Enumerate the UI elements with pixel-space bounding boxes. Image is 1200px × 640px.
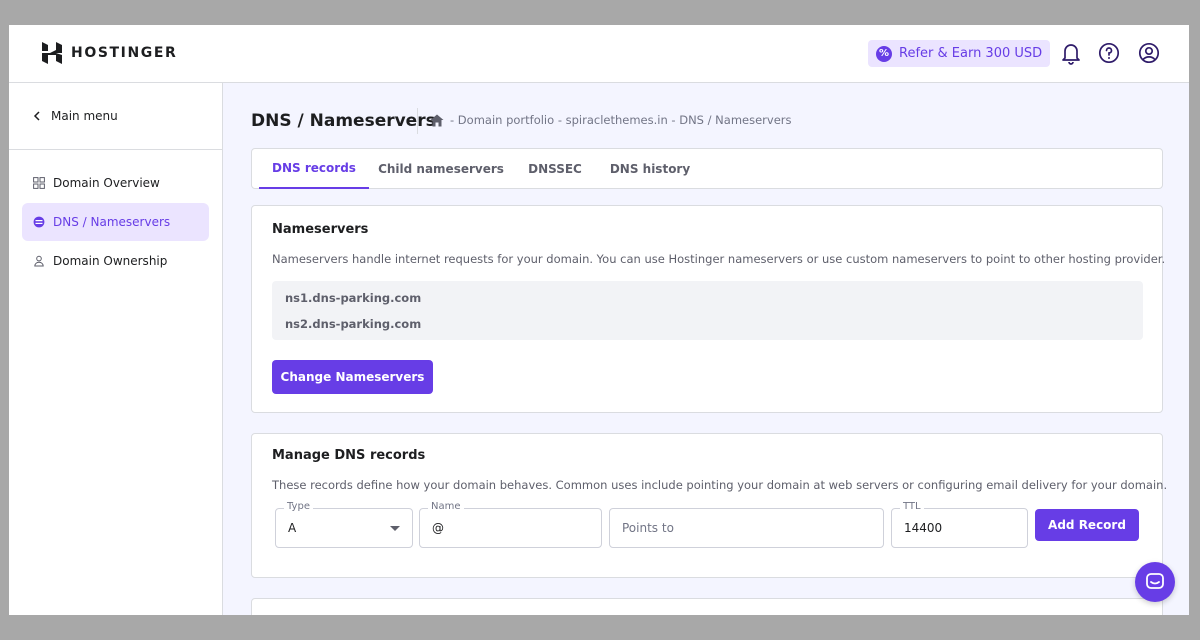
sidebar-item-label: DNS / Nameservers (53, 215, 171, 229)
hostinger-logo-icon (42, 42, 62, 64)
sidebar-item-domain-overview[interactable]: Domain Overview (22, 164, 209, 202)
breadcrumb: - Domain portfolio - spiraclethemes.in -… (430, 113, 792, 127)
dns-tabs: DNS records Child nameservers DNSSEC DNS… (251, 148, 1163, 189)
name-value: @ (432, 521, 444, 535)
app-window: HOSTINGER % Refer & Earn 300 USD Main me… (9, 25, 1189, 615)
ttl-field[interactable]: TTL 14400 (891, 501, 1028, 548)
percent-badge-icon: % (876, 45, 892, 62)
tab-dnssec[interactable]: DNSSEC (524, 149, 586, 189)
sidebar: Main menu Domain Overview DNS / Nameserv… (9, 83, 223, 615)
hostinger-logo[interactable]: HOSTINGER (41, 41, 177, 65)
sidebar-item-label: Domain Ownership (53, 254, 168, 268)
nameservers-title: Nameservers (272, 222, 369, 237)
tab-dns-history[interactable]: DNS history (608, 149, 692, 189)
main-menu-link[interactable]: Main menu (33, 109, 118, 123)
nameservers-description: Nameservers handle internet requests for… (272, 252, 1166, 266)
bell-icon[interactable] (1059, 41, 1083, 65)
sidebar-item-domain-ownership[interactable]: Domain Ownership (22, 242, 209, 280)
type-value: A (288, 521, 297, 535)
top-bar: HOSTINGER % Refer & Earn 300 USD (9, 25, 1189, 83)
refer-earn-button[interactable]: % Refer & Earn 300 USD (868, 40, 1051, 67)
main-menu-label: Main menu (51, 109, 118, 123)
brand-name: HOSTINGER (71, 45, 178, 61)
page-title: DNS / Nameservers (251, 111, 436, 131)
sidebar-item-dns-nameservers[interactable]: DNS / Nameservers (22, 203, 209, 241)
change-nameservers-button[interactable]: Change Nameservers (272, 360, 433, 394)
manage-dns-description: These records define how your domain beh… (272, 478, 1168, 492)
sidebar-divider (9, 149, 222, 150)
type-select[interactable]: Type A (275, 501, 413, 548)
type-label: Type (284, 501, 313, 512)
help-icon[interactable] (1097, 41, 1121, 65)
points-to-placeholder: Points to (622, 521, 674, 535)
person-icon (34, 255, 44, 267)
nameserver-list: ns1.dns-parking.com ns2.dns-parking.com (272, 281, 1143, 340)
breadcrumb-path[interactable]: - Domain portfolio - spiraclethemes.in -… (450, 113, 792, 127)
chat-icon (1146, 573, 1164, 589)
refer-label: Refer & Earn 300 USD (899, 46, 1043, 61)
home-icon[interactable] (430, 114, 444, 127)
tab-dns-records[interactable]: DNS records (259, 149, 369, 189)
account-icon[interactable] (1137, 41, 1161, 65)
grid-icon (33, 177, 45, 189)
nameserver-2: ns2.dns-parking.com (285, 317, 422, 331)
sidebar-item-label: Domain Overview (53, 176, 160, 190)
ttl-label: TTL (900, 501, 924, 512)
name-label: Name (428, 501, 464, 512)
breadcrumb-divider (417, 108, 418, 134)
ttl-value: 14400 (904, 521, 943, 535)
points-to-field[interactable]: Points to (609, 508, 884, 548)
tab-child-nameservers[interactable]: Child nameservers (378, 149, 504, 189)
dns-records-table-card (251, 598, 1163, 615)
dns-icon (33, 216, 45, 228)
add-record-button[interactable]: Add Record (1035, 509, 1139, 541)
nameservers-card: Nameservers Nameservers handle internet … (251, 205, 1166, 413)
caret-down-icon (390, 526, 400, 531)
manage-dns-card: Manage DNS records These records define … (251, 433, 1167, 578)
chevron-left-icon (33, 111, 40, 121)
chat-button[interactable] (1135, 562, 1175, 602)
nameserver-1: ns1.dns-parking.com (285, 291, 422, 305)
name-field[interactable]: Name @ (419, 501, 602, 548)
manage-dns-title: Manage DNS records (272, 448, 426, 463)
